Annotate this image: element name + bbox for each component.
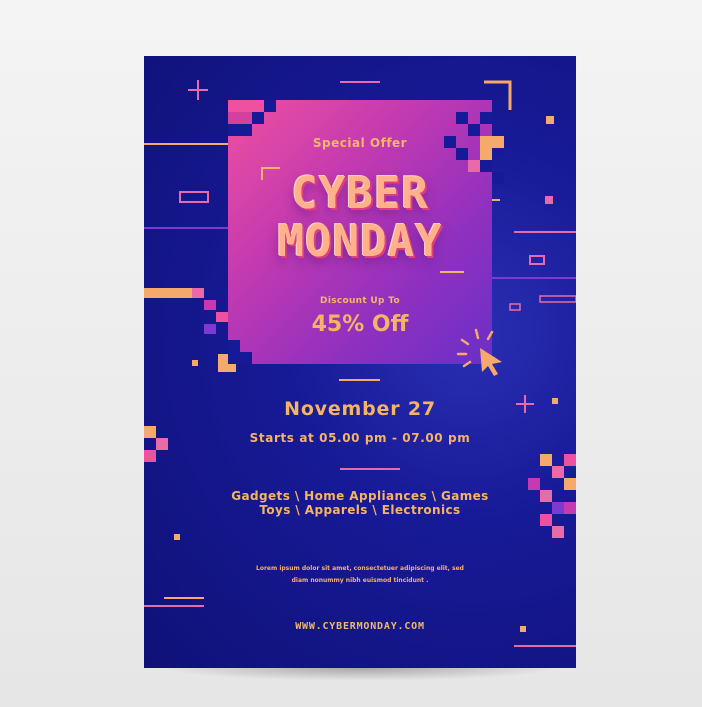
special-offer-label: Special Offer: [312, 136, 408, 150]
headline-cyber: CYBER: [291, 168, 429, 219]
event-time: Starts at 05.00 pm - 07.00 pm: [249, 431, 471, 445]
categories-line-1: Gadgets \ Home Appliances \ Games: [231, 489, 489, 503]
event-date: November 27: [284, 398, 436, 420]
body-text-line-1: Lorem ipsum dolor sit amet, consectetuer…: [256, 565, 464, 572]
website-url: WWW.CYBERMONDAY.COM: [295, 621, 425, 632]
categories-line-2: Toys \ Apparels \ Electronics: [259, 503, 461, 517]
headline-monday: MONDAY: [277, 216, 443, 267]
flyer: Special Offer CYBER MONDAY Discount Up T…: [144, 56, 576, 668]
discount-label: Discount Up To: [320, 296, 400, 306]
body-text-line-2: diam nonummy nibh euismod tincidunt .: [291, 577, 429, 584]
cursor-icon: [456, 328, 502, 376]
